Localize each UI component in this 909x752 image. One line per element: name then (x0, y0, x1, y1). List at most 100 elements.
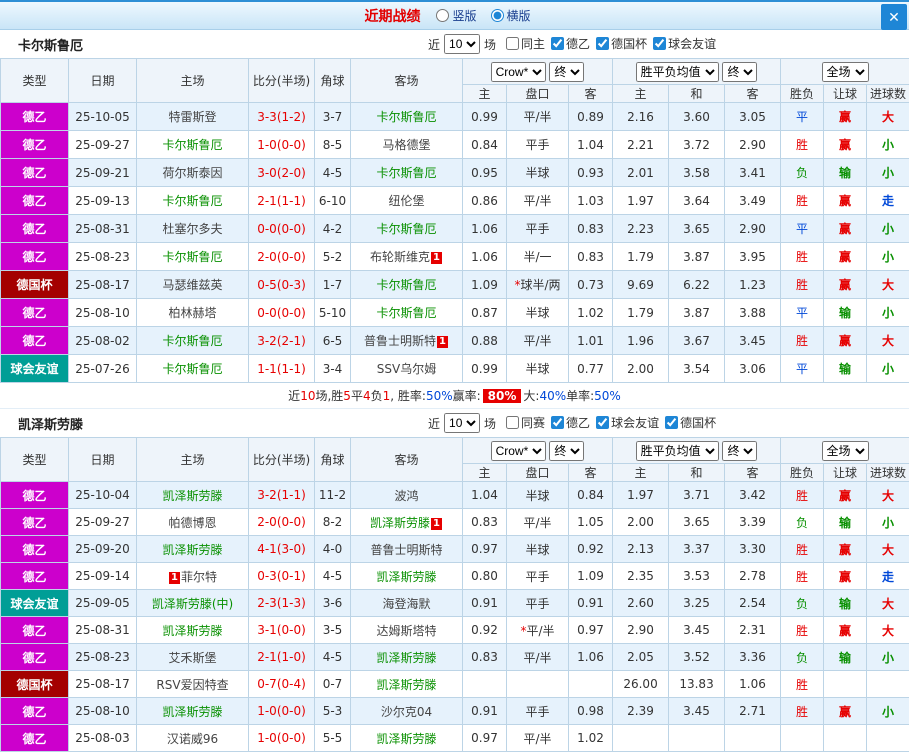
sub-header-draw: 和 (668, 84, 726, 103)
away-team-name: 布轮斯维克 (369, 250, 430, 264)
home-odds: 0.84 (462, 130, 507, 159)
match-score: 3-0(2-0) (248, 158, 315, 187)
goals-result: 小 (866, 242, 909, 271)
away-team: 凯泽斯劳滕 (350, 724, 463, 752)
match-result: 胜 (780, 130, 825, 159)
match-type: 德乙 (0, 242, 69, 271)
table-row: 德乙 25-09-13 卡尔斯鲁厄 2-1(1-1) 6-10 纽伦堡 0.86 平/半 1.0… (0, 186, 909, 215)
league-filter-checkbox[interactable]: 球会友谊 (653, 35, 716, 52)
match-count-select[interactable]: 10 (444, 34, 481, 54)
filter-checkbox-input[interactable] (506, 416, 520, 429)
match-date: 25-08-31 (68, 616, 137, 644)
league-filter-checks: 同赛 德乙 球会友谊 德国杯 (500, 414, 716, 432)
league-filter-checkbox[interactable]: 德国杯 (596, 35, 647, 52)
filter-checkbox-input[interactable] (665, 416, 679, 429)
handicap-result: 赢 (823, 102, 868, 131)
layout-option-horizontal[interactable]: 横版 (490, 7, 531, 24)
filter-checkbox-input[interactable] (596, 37, 610, 50)
match-result: 平 (780, 214, 825, 243)
goals-result: 小 (866, 214, 909, 243)
avg-selects-cell: 胜平负均值 终 (612, 58, 782, 85)
avg-selects-cell: 胜平负均值 终 (612, 437, 782, 464)
avg-final-select[interactable]: 终 (722, 61, 758, 82)
handicap-value: 平/半 (506, 102, 569, 131)
home-odds: 1.04 (462, 481, 507, 509)
corner-score: 11-2 (314, 481, 351, 509)
league-filter-checkbox[interactable]: 德乙 (551, 414, 590, 431)
filter-checkbox-input[interactable] (596, 416, 610, 429)
lose-avg: 2.71 (724, 697, 782, 725)
team-header-row: 凯泽斯劳滕 近 10 场 同赛 德乙 球会友谊 德国杯 (0, 409, 909, 437)
league-filter-checkbox[interactable]: 同主 (506, 35, 545, 52)
avg-select[interactable]: 胜平负均值 (635, 61, 719, 82)
panel-title: 近期战绩 (364, 8, 421, 25)
handicap-result: 赢 (823, 326, 868, 355)
col-header-type: 类型 (0, 58, 69, 103)
filter-checkbox-input[interactable] (551, 416, 565, 429)
avg-select[interactable]: 胜平负均值 (635, 440, 719, 461)
handicap-value: *平/半 (506, 616, 569, 644)
away-team: 卡尔斯鲁厄 (350, 270, 463, 299)
vertical-radio[interactable] (436, 9, 450, 22)
filter-checkbox-input[interactable] (506, 37, 520, 50)
league-filter-checks: 同主 德乙 德国杯 球会友谊 (500, 35, 716, 53)
lose-avg: 3.49 (724, 186, 782, 215)
match-count-select[interactable]: 10 (444, 413, 481, 433)
corner-score: 4-0 (314, 535, 351, 563)
league-filter-checkbox[interactable]: 德乙 (551, 35, 590, 52)
league-filter-checkbox[interactable]: 球会友谊 (596, 414, 659, 431)
draw-avg: 3.65 (668, 508, 726, 536)
match-result: 负 (780, 158, 825, 187)
corner-score: 5-3 (314, 697, 351, 725)
league-filter-checkbox[interactable]: 同赛 (506, 414, 545, 431)
close-button[interactable]: ✕ (881, 4, 907, 30)
corner-score: 5-10 (314, 298, 351, 327)
avg-final-select[interactable]: 终 (722, 440, 758, 461)
near-label: 近 (428, 416, 441, 431)
handicap-result (823, 724, 868, 752)
home-team-name: 柏林赫塔 (168, 306, 217, 320)
filter-checkbox-label: 同赛 (521, 416, 546, 430)
handicap-result: 赢 (823, 214, 868, 243)
home-team: 卡尔斯鲁厄 (136, 354, 249, 383)
match-result: 负 (780, 508, 825, 536)
home-team-name: 特雷斯登 (168, 110, 217, 124)
sub-header-lose: 客 (724, 463, 782, 482)
home-odds: 0.86 (462, 186, 507, 215)
match-type: 德乙 (0, 616, 69, 644)
goals-result: 小 (866, 158, 909, 187)
win-avg: 2.21 (612, 130, 670, 159)
odds-final-select[interactable]: 终 (549, 440, 585, 461)
match-score: 2-3(1-3) (248, 589, 315, 617)
match-type: 德国杯 (0, 270, 69, 299)
home-odds: 0.88 (462, 326, 507, 355)
league-filter-checkbox[interactable]: 德国杯 (665, 414, 716, 431)
odds-company-select[interactable]: Crow* (490, 440, 546, 461)
table-row: 德乙 25-08-31 凯泽斯劳滕 3-1(0-0) 3-5 达姆斯塔特 0.92 *平/半 0… (0, 616, 909, 644)
match-score: 1-0(0-0) (248, 130, 315, 159)
goals-result: 大 (866, 616, 909, 644)
draw-avg: 3.72 (668, 130, 726, 159)
match-score: 2-0(0-0) (248, 508, 315, 536)
win-avg: 2.39 (612, 697, 670, 725)
summary-segment: 50% (594, 388, 621, 403)
draw-avg: 3.25 (668, 589, 726, 617)
filter-checkbox-input[interactable] (653, 37, 667, 50)
match-type: 德乙 (0, 130, 69, 159)
home-team-name: 荷尔斯泰因 (162, 166, 223, 180)
layout-option-vertical[interactable]: 竖版 (436, 7, 477, 24)
lose-avg: 2.90 (724, 214, 782, 243)
filter-checkbox-input[interactable] (551, 37, 565, 50)
scope-select[interactable]: 全场 (821, 440, 869, 461)
lose-avg: 2.90 (724, 130, 782, 159)
horizontal-radio[interactable] (490, 9, 504, 22)
sub-header-goals: 进球数 (866, 463, 909, 482)
corner-score: 5-2 (314, 242, 351, 271)
scope-select[interactable]: 全场 (821, 61, 869, 82)
odds-final-select[interactable]: 终 (549, 61, 585, 82)
odds-company-select[interactable]: Crow* (490, 61, 546, 82)
results-table: 类型 日期 主场 比分(半场) 角球 客场 Crow* 终 胜平负均值 终 全场… (0, 437, 909, 752)
match-result: 胜 (780, 186, 825, 215)
away-team-name: 凯泽斯劳滕 (376, 650, 437, 665)
draw-avg: 3.60 (668, 102, 726, 131)
